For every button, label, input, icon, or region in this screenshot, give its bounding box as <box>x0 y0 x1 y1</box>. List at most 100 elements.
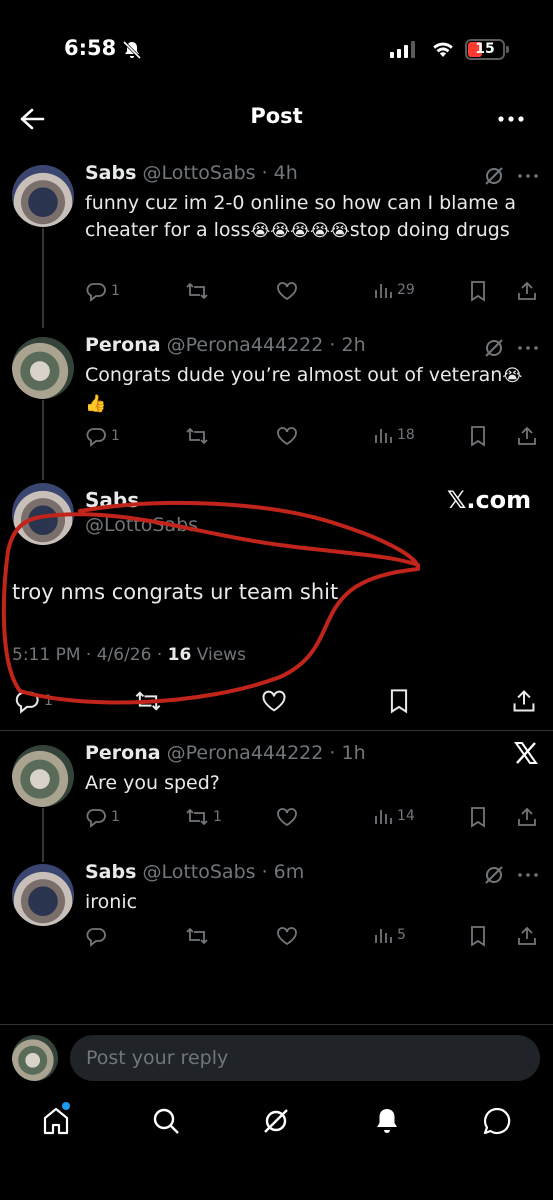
like-button[interactable] <box>275 280 299 302</box>
wifi-icon <box>433 42 453 57</box>
reply-count: 1 <box>111 428 120 444</box>
reply-icon <box>86 928 106 947</box>
post-time: 6m <box>273 861 305 883</box>
post-text: Congrats dude you’re almost out of veter… <box>85 362 540 418</box>
home-icon[interactable] <box>42 1106 70 1136</box>
heart-icon <box>277 282 297 301</box>
avatar[interactable] <box>12 864 74 926</box>
post-actions: 5 <box>85 925 540 951</box>
author-handle[interactable]: @LottoSabs <box>142 162 255 184</box>
more-icon[interactable] <box>517 865 539 885</box>
repost-button[interactable]: 1 <box>185 806 222 828</box>
grok-icon[interactable] <box>483 337 505 359</box>
notification-dot <box>62 1102 70 1110</box>
reply-icon <box>86 428 106 447</box>
heart-icon <box>277 927 297 946</box>
share-icon <box>518 426 536 445</box>
crying-emoji: 😭😭😭😭😭 <box>250 221 350 241</box>
reply-composer: Post your reply <box>0 1024 553 1094</box>
messages-icon[interactable] <box>482 1106 512 1136</box>
bookmark-button[interactable] <box>468 280 488 302</box>
author-name[interactable]: Sabs <box>85 162 136 184</box>
avatar[interactable] <box>12 337 74 399</box>
signal-icon <box>390 40 415 58</box>
like-button[interactable] <box>275 425 299 447</box>
notifications-icon[interactable] <box>372 1106 402 1136</box>
views-icon <box>375 429 392 443</box>
share-icon <box>513 690 535 712</box>
post-text: funny cuz im 2-0 online so how can I bla… <box>85 190 540 245</box>
divider <box>0 730 553 731</box>
reply-button[interactable]: 1 <box>85 280 120 302</box>
share-button[interactable] <box>516 425 538 447</box>
author-handle[interactable]: @LottoSabs <box>142 861 255 883</box>
reply-post[interactable]: Perona @Perona444222 · 1h Are you sped? <box>85 742 540 797</box>
reply-button[interactable] <box>85 925 107 947</box>
reply-post[interactable]: Sabs @LottoSabs · 6m ironic <box>85 861 540 916</box>
bookmark-button[interactable] <box>468 925 488 947</box>
avatar <box>12 1035 58 1081</box>
share-button[interactable] <box>516 925 538 947</box>
thread-line <box>42 808 44 862</box>
battery-icon: 15 <box>465 39 505 60</box>
search-icon[interactable] <box>151 1106 181 1136</box>
repost-count: 1 <box>213 809 222 825</box>
page-title: Post <box>250 104 303 128</box>
repost-icon <box>186 927 208 945</box>
repost-button[interactable] <box>185 925 209 947</box>
author-name[interactable]: Sabs <box>85 861 136 883</box>
avatar[interactable] <box>12 745 74 807</box>
views-count: 29 <box>397 282 415 298</box>
views-button[interactable]: 18 <box>373 425 415 445</box>
like-button[interactable] <box>275 806 299 828</box>
repost-button[interactable] <box>185 425 209 447</box>
thread-post[interactable]: Perona @Perona444222 · 2h Congrats dude … <box>85 334 540 418</box>
reply-icon <box>86 809 106 828</box>
thread-line <box>42 228 44 328</box>
post-actions: 1 1 14 <box>85 806 540 832</box>
grok-icon[interactable] <box>261 1106 291 1136</box>
reply-count: 1 <box>111 283 120 299</box>
share-button[interactable] <box>516 280 538 302</box>
bookmark-icon <box>471 807 485 828</box>
reply-button[interactable]: 1 <box>85 425 120 447</box>
share-icon <box>518 281 536 300</box>
views-icon <box>375 810 392 824</box>
post-actions: 1 18 <box>85 425 540 451</box>
share-icon <box>518 926 536 945</box>
bookmark-icon <box>471 426 485 447</box>
share-icon <box>518 807 536 826</box>
reply-button[interactable]: 1 <box>85 806 120 828</box>
bookmark-icon <box>471 281 485 302</box>
thumbs-up-emoji: 👍 <box>85 394 107 414</box>
repost-button[interactable] <box>185 280 209 302</box>
reply-input[interactable]: Post your reply <box>70 1035 540 1081</box>
views-button[interactable]: 14 <box>373 806 415 826</box>
like-button[interactable] <box>275 925 299 947</box>
author-handle[interactable]: @Perona444222 <box>167 334 324 356</box>
views-button[interactable]: 5 <box>373 925 406 945</box>
bookmark-button[interactable] <box>468 806 488 828</box>
more-options-icon[interactable] <box>496 106 526 132</box>
views-button[interactable]: 29 <box>373 280 415 300</box>
x-logo-icon <box>514 742 538 764</box>
grok-icon[interactable] <box>483 165 505 187</box>
avatar[interactable] <box>12 165 74 227</box>
share-button[interactable] <box>516 806 538 828</box>
thread-post[interactable]: Sabs @LottoSabs · 4h funny cuz im 2-0 on… <box>85 162 540 245</box>
red-marker-annotation <box>1 500 420 705</box>
post-time: 2h <box>341 334 366 356</box>
share-button[interactable] <box>511 688 537 714</box>
post-time: 4h <box>273 162 298 184</box>
author-name[interactable]: Perona <box>85 742 161 764</box>
post-text: Are you sped? <box>85 772 220 794</box>
more-icon[interactable] <box>517 166 539 186</box>
more-icon[interactable] <box>517 338 539 358</box>
author-name[interactable]: Perona <box>85 334 161 356</box>
bottom-nav <box>0 1094 553 1154</box>
author-handle[interactable]: @Perona444222 <box>167 742 324 764</box>
repost-icon <box>186 282 208 300</box>
grok-icon[interactable] <box>483 864 505 886</box>
bell-off-icon <box>122 40 142 60</box>
bookmark-button[interactable] <box>468 425 488 447</box>
